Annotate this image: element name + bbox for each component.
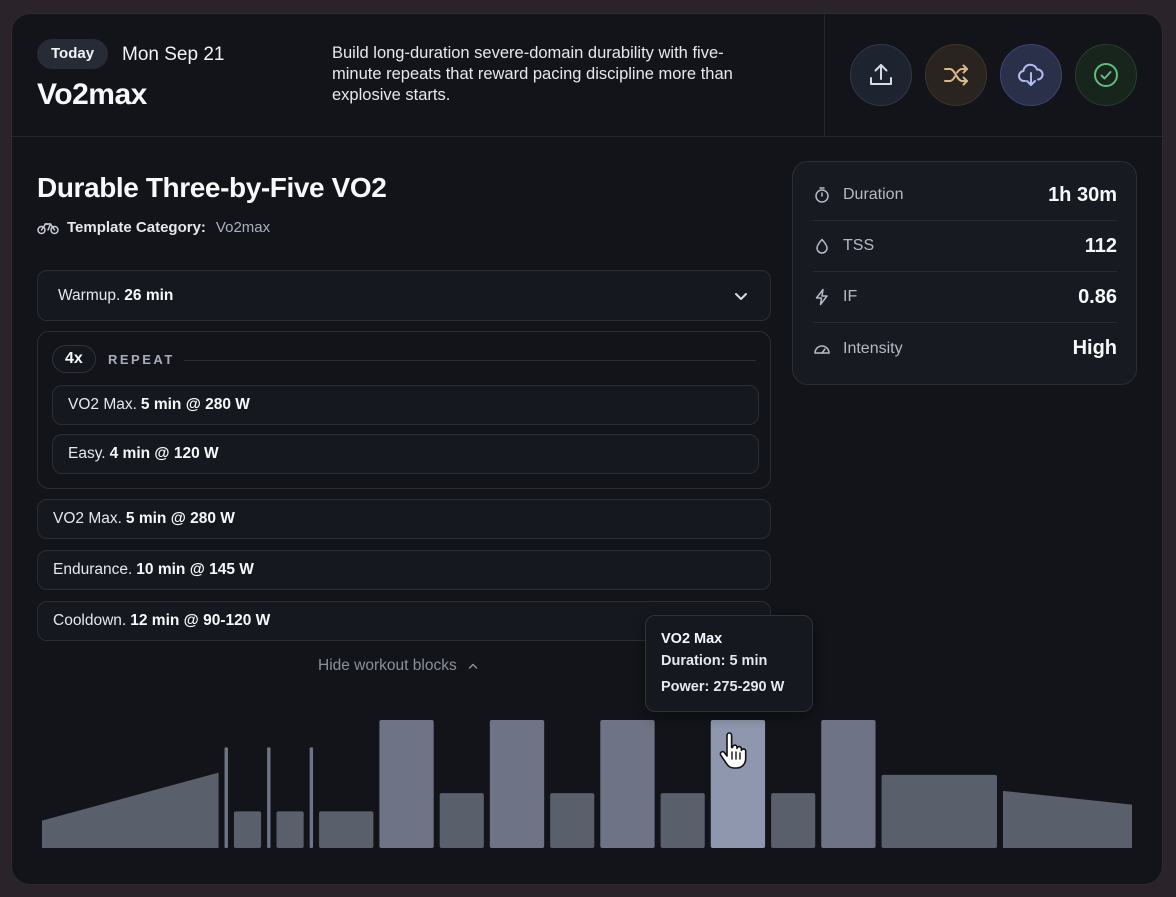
repeat-label: REPEAT bbox=[108, 352, 175, 367]
block-detail: 26 min bbox=[124, 286, 174, 304]
category-value: Vo2max bbox=[215, 219, 271, 236]
repeat-count: 4x bbox=[52, 345, 96, 373]
today-badge: Today bbox=[37, 39, 109, 69]
workout-block[interactable]: VO2 Max. 5 min @ 280 W bbox=[37, 499, 771, 539]
repeat-step[interactable]: VO2 Max. 5 min @ 280 W bbox=[52, 385, 759, 425]
workout-header: Today Mon Sep 21 Vo2max Build long-durat… bbox=[12, 14, 1162, 137]
cloud-download-button[interactable] bbox=[1000, 44, 1062, 106]
block-detail: 5 min @ 280 W bbox=[125, 510, 235, 527]
bike-icon bbox=[37, 222, 59, 234]
profile-spike-bar[interactable] bbox=[267, 747, 271, 848]
tooltip-power: Power: 275-290 W bbox=[661, 679, 785, 695]
stat-value: 1h 30m bbox=[1048, 183, 1117, 206]
header-divider bbox=[824, 14, 825, 137]
workout-block[interactable]: Endurance. 10 min @ 145 W bbox=[37, 550, 771, 590]
block-detail: 5 min @ 280 W bbox=[140, 396, 250, 413]
repeat-step[interactable]: Easy. 4 min @ 120 W bbox=[52, 434, 759, 474]
profile-interval-bar[interactable] bbox=[439, 793, 484, 848]
stat-label: Duration bbox=[843, 186, 904, 203]
profile-interval-bar[interactable] bbox=[881, 774, 997, 848]
drop-icon bbox=[816, 238, 828, 254]
hide-blocks-link[interactable]: Hide workout blocks bbox=[318, 657, 479, 675]
shuffle-button[interactable] bbox=[925, 44, 987, 106]
stat-label: IF bbox=[843, 288, 858, 305]
template-category: Template Category: Vo2max bbox=[37, 219, 270, 236]
workout-date: Mon Sep 21 bbox=[122, 44, 225, 65]
stat-value: 0.86 bbox=[1078, 285, 1117, 308]
stat-intensity: Intensity High bbox=[813, 323, 1117, 374]
upload-icon bbox=[870, 64, 892, 85]
shuffle-icon bbox=[944, 64, 968, 86]
complete-button[interactable] bbox=[1075, 44, 1137, 106]
profile-interval-bar[interactable] bbox=[771, 793, 816, 848]
workout-stats-panel: Duration 1h 30m TSS 112 IF 0.86 Intensit… bbox=[792, 161, 1137, 385]
block-label: VO2 Max. bbox=[53, 510, 122, 527]
profile-ramp-segment[interactable] bbox=[42, 772, 219, 848]
workout-description: Build long-duration severe-domain durabi… bbox=[332, 44, 733, 104]
profile-interval-bar[interactable] bbox=[600, 720, 655, 848]
stat-if: IF 0.86 bbox=[813, 272, 1117, 323]
hide-blocks-label: Hide workout blocks bbox=[318, 657, 457, 674]
export-button[interactable] bbox=[850, 44, 912, 106]
block-label: Warmup. bbox=[58, 286, 121, 304]
block-label: Cooldown. bbox=[53, 612, 127, 629]
profile-spike-bar[interactable] bbox=[224, 747, 228, 848]
chevron-up-icon bbox=[468, 663, 477, 669]
profile-interval-bar[interactable] bbox=[319, 811, 374, 848]
workout-profile-chart[interactable] bbox=[42, 714, 1132, 854]
block-detail: 10 min @ 145 W bbox=[136, 561, 254, 578]
repeat-group: 4x REPEAT VO2 Max. 5 min @ 280 W Easy. 4… bbox=[37, 331, 771, 489]
gauge-icon bbox=[814, 344, 830, 354]
profile-interval-bar[interactable] bbox=[233, 811, 262, 848]
profile-ramp-segment[interactable] bbox=[1002, 790, 1132, 848]
block-detail: 4 min @ 120 W bbox=[109, 445, 219, 462]
stat-value: High bbox=[1072, 337, 1117, 359]
profile-interval-bar[interactable] bbox=[660, 793, 705, 848]
chart-tooltip: VO2 Max Duration: 5 min Power: 275-290 W bbox=[645, 615, 813, 712]
block-label: Endurance. bbox=[53, 561, 133, 578]
profile-interval-bar[interactable] bbox=[379, 720, 434, 848]
stat-label: TSS bbox=[843, 237, 875, 254]
category-label: Template Category: bbox=[67, 219, 206, 236]
block-label: VO2 Max. bbox=[68, 396, 137, 413]
block-detail: 12 min @ 90-120 W bbox=[130, 612, 271, 629]
workout-card: Today Mon Sep 21 Vo2max Build long-durat… bbox=[12, 14, 1162, 884]
tooltip-duration: Duration: 5 min bbox=[661, 653, 768, 669]
profile-spike-bar[interactable] bbox=[309, 747, 314, 848]
check-circle-icon bbox=[1094, 63, 1118, 87]
workout-type: Vo2max bbox=[37, 78, 147, 111]
stopwatch-icon bbox=[815, 187, 829, 203]
profile-interval-bar[interactable] bbox=[276, 811, 304, 848]
stat-value: 112 bbox=[1084, 234, 1117, 257]
warmup-block[interactable]: Warmup. 26 min bbox=[37, 270, 771, 321]
tooltip-title: VO2 Max bbox=[661, 631, 723, 647]
profile-interval-bar[interactable] bbox=[550, 793, 595, 848]
block-label: Easy. bbox=[68, 445, 106, 462]
profile-interval-bar[interactable] bbox=[489, 720, 545, 848]
workout-title: Durable Three-by-Five VO2 bbox=[37, 172, 387, 203]
stat-label: Intensity bbox=[843, 339, 903, 357]
cloud-download-icon bbox=[1018, 63, 1044, 86]
stat-tss: TSS 112 bbox=[813, 221, 1117, 272]
repeat-divider bbox=[184, 360, 756, 361]
profile-interval-bar[interactable] bbox=[821, 720, 876, 848]
stat-duration: Duration 1h 30m bbox=[813, 170, 1117, 221]
chevron-down-icon bbox=[735, 293, 747, 300]
hand-pointer-icon bbox=[719, 732, 747, 769]
bolt-icon bbox=[815, 288, 828, 306]
